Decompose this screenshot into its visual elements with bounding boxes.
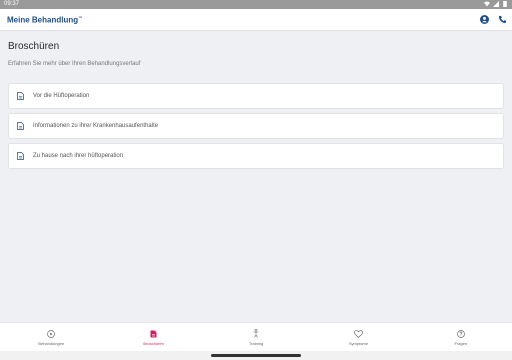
system-nav-bar — [0, 351, 512, 360]
nav-item-symptome[interactable]: Symptome — [307, 323, 409, 351]
gesture-handle[interactable] — [211, 354, 301, 357]
battery-icon — [502, 1, 508, 7]
system-icons — [484, 1, 508, 7]
wifi-icon — [484, 1, 490, 7]
brochure-card[interactable]: Vor die Hüftoperation — [8, 83, 504, 109]
exercise-icon — [251, 329, 261, 339]
brochure-label: Informationen zu ihrer Krankenhausaufent… — [33, 123, 159, 129]
document-icon — [17, 152, 25, 160]
nav-item-broschueren[interactable]: Broschüren — [102, 323, 204, 351]
brochure-card[interactable]: Informationen zu ihrer Krankenhausaufent… — [8, 113, 504, 139]
status-bar: 09:37 — [0, 0, 512, 9]
page-subtitle: Erfahren Sie mehr über Ihren Behandlungs… — [8, 61, 141, 67]
account-button[interactable] — [478, 14, 490, 26]
brochure-label: Vor die Hüftoperation — [33, 93, 90, 99]
document-icon — [17, 92, 25, 100]
nav-label: Training — [248, 340, 264, 346]
nav-label: Behandlungen — [38, 340, 65, 346]
call-button[interactable] — [496, 14, 508, 26]
phone-icon — [498, 11, 507, 29]
document-icon — [149, 329, 159, 339]
help-circle-icon — [456, 329, 466, 339]
nav-label: Symptome — [348, 340, 368, 346]
app-bar: Meine Behandlung™ — [0, 9, 512, 31]
account-icon — [479, 11, 489, 29]
nav-item-training[interactable]: Training — [205, 323, 307, 351]
bottom-nav: Behandlungen Broschüren Training Symptom… — [0, 322, 512, 351]
nav-label: Fragen — [454, 340, 468, 346]
brand-name: Meine Behandlung — [7, 15, 79, 25]
nav-item-fragen[interactable]: Fragen — [410, 323, 512, 351]
play-circle-icon — [46, 329, 56, 339]
brochure-label: Zu hause nach ihrer hüftoperation — [33, 153, 124, 159]
nav-item-behandlungen[interactable]: Behandlungen — [0, 323, 102, 351]
nav-label: Broschüren — [143, 340, 164, 346]
main-content: Broschüren Erfahren Sie mehr über Ihren … — [0, 32, 512, 322]
heart-icon — [353, 329, 363, 339]
brochure-card[interactable]: Zu hause nach ihrer hüftoperation — [8, 143, 504, 169]
page-title: Broschüren — [8, 41, 60, 52]
signal-icon — [493, 1, 499, 7]
status-time: 09:37 — [4, 1, 20, 7]
brand-logo: Meine Behandlung™ — [7, 15, 82, 25]
brand-trademark: ™ — [78, 15, 83, 20]
document-icon — [17, 122, 25, 130]
